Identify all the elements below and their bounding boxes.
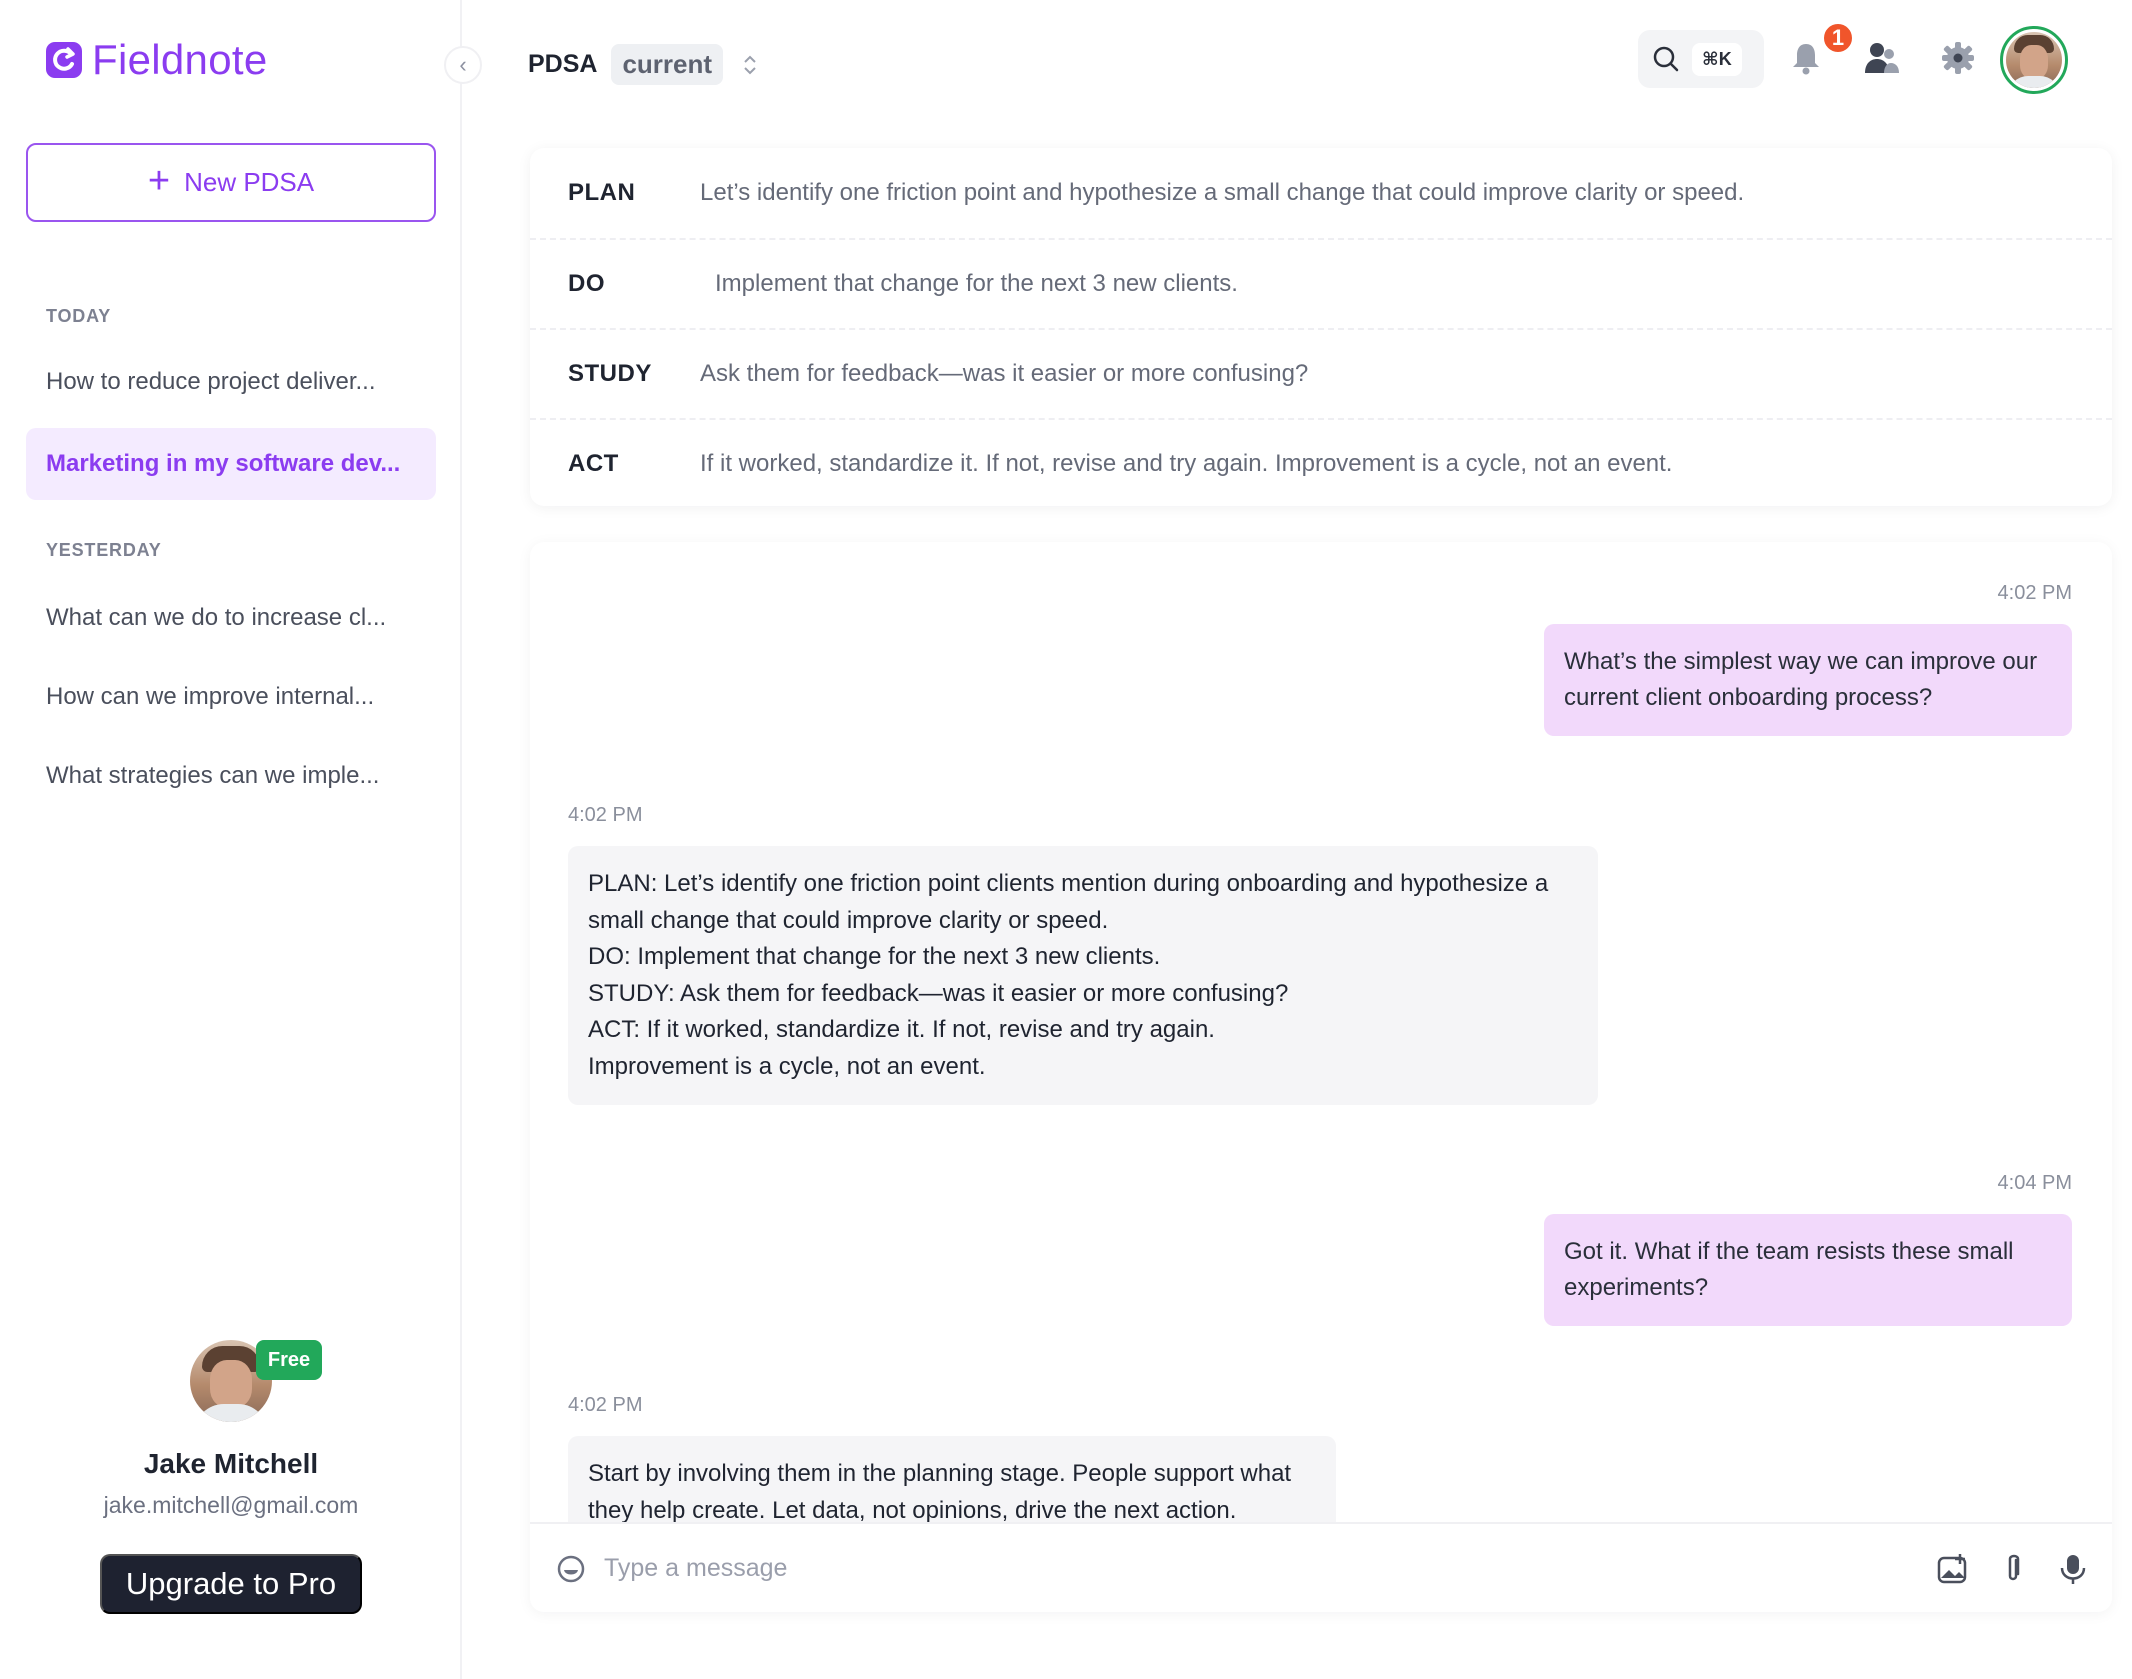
app-logo[interactable]: Fieldnote — [44, 36, 267, 84]
header-avatar[interactable] — [2000, 26, 2068, 94]
sidebar: Fieldnote + New PDSA TODAY How to reduce… — [0, 0, 462, 1679]
message-timestamp: 4:02 PM — [568, 804, 643, 826]
microphone-icon[interactable] — [2056, 1552, 2090, 1586]
plan-badge: Free — [256, 1340, 322, 1380]
pdsa-value: Implement that change for the next 3 new… — [715, 270, 1238, 297]
pdsa-key: ACT — [568, 450, 619, 477]
message-timestamp: 4:02 PM — [1997, 582, 2072, 604]
image-add-icon[interactable] — [1936, 1552, 1970, 1586]
message-line: DO: Implement that change for the next 3… — [588, 943, 1161, 970]
app-name: Fieldnote — [92, 36, 268, 83]
message-line: small change that could improve clarity … — [588, 906, 1109, 934]
message-line: Improvement is a cycle, not an event. — [588, 1052, 986, 1080]
message-line: current client onboarding process? — [1564, 684, 1933, 711]
new-pdsa-label: New PDSA — [184, 167, 315, 197]
users-icon — [1865, 43, 1899, 73]
chat-panel: 4:02 PM What’s the simplest way we can i… — [530, 542, 2112, 1612]
user-name: Jake Mitchell — [143, 1448, 319, 1479]
message-line: PLAN: Let’s identify one friction point … — [588, 870, 1549, 897]
user-message[interactable]: Got it. What if the team resists these s… — [1544, 1214, 2072, 1326]
message-line: experiments? — [1564, 1274, 1709, 1301]
section-label-today: TODAY — [46, 306, 112, 326]
upgrade-button[interactable]: Upgrade to Pro — [100, 1554, 362, 1614]
paperclip-icon[interactable] — [1996, 1552, 2030, 1586]
message-input[interactable]: Type a message — [604, 1554, 787, 1583]
search-icon — [1653, 46, 1679, 72]
sort-icon[interactable] — [743, 53, 757, 77]
gear-icon — [1942, 42, 1974, 74]
pdsa-row-study: STUDY Ask them for feedback—was it easie… — [530, 328, 2112, 418]
pdsa-row-plan: PLAN Let’s identify one friction point a… — [530, 148, 2112, 238]
emoji-icon[interactable] — [556, 1554, 586, 1584]
history-item[interactable]: How can we improve internal... — [26, 661, 436, 733]
message-line: Got it. What if the team resists these s… — [1564, 1238, 2014, 1265]
assistant-message[interactable]: PLAN: Let’s identify one friction point … — [568, 846, 1598, 1105]
pdsa-value: If it worked, standardize it. If not, re… — [700, 450, 1673, 477]
page-title-label: PDSA — [528, 50, 598, 78]
notifications-button[interactable] — [1788, 40, 1824, 76]
collapse-sidebar-button[interactable]: ‹ — [444, 46, 482, 84]
pdsa-row-do: DO Implement that change for the next 3 … — [530, 238, 2112, 328]
version-pill[interactable]: current — [611, 44, 724, 85]
search-shortcut: ⌘K — [1692, 42, 1742, 76]
message-timestamp: 4:02 PM — [568, 1394, 643, 1416]
bell-icon — [1793, 44, 1819, 75]
message-line: Start by involving them in the planning … — [588, 1460, 1292, 1487]
team-button[interactable] — [1864, 40, 1900, 76]
message-line: What’s the simplest way we can improve o… — [1564, 648, 2038, 675]
pdsa-key: STUDY — [568, 360, 652, 387]
history-item[interactable]: What can we do to increase cl... — [26, 582, 436, 654]
pdsa-key: DO — [568, 270, 605, 297]
message-line: ACT: If it worked, standardize it. If no… — [588, 1016, 1215, 1043]
history-item[interactable]: How to reduce project deliver... — [26, 346, 436, 418]
user-email: jake.mitchell@gmail.com — [103, 1492, 359, 1518]
pdsa-value: Let’s identify one friction point and hy… — [700, 179, 1745, 206]
new-pdsa-button[interactable]: + New PDSA — [26, 143, 436, 222]
page-title: PDSA current — [528, 44, 757, 85]
chevron-left-icon: ‹ — [459, 52, 467, 77]
plus-icon: + — [147, 159, 171, 202]
notification-count-badge: 1 — [1822, 22, 1854, 54]
section-label-yesterday: YESTERDAY — [46, 540, 162, 560]
search-button[interactable]: ⌘K — [1638, 30, 1764, 88]
history-item[interactable]: What strategies can we imple... — [26, 740, 436, 812]
pdsa-value: Ask them for feedback—was it easier or m… — [700, 360, 1309, 387]
message-line: STUDY: Ask them for feedback—was it easi… — [588, 979, 1289, 1007]
user-message[interactable]: What’s the simplest way we can improve o… — [1544, 624, 2072, 736]
settings-button[interactable] — [1940, 40, 1976, 76]
history-item-active[interactable]: Marketing in my software dev... — [26, 428, 436, 500]
message-timestamp: 4:04 PM — [1997, 1172, 2072, 1194]
pdsa-row-act: ACT If it worked, standardize it. If not… — [530, 418, 2112, 508]
pdsa-key: PLAN — [568, 179, 636, 206]
logo-mark-icon — [46, 42, 82, 78]
pdsa-summary-card: PLAN Let’s identify one friction point a… — [530, 148, 2112, 506]
message-composer: Type a message — [530, 1522, 2112, 1612]
